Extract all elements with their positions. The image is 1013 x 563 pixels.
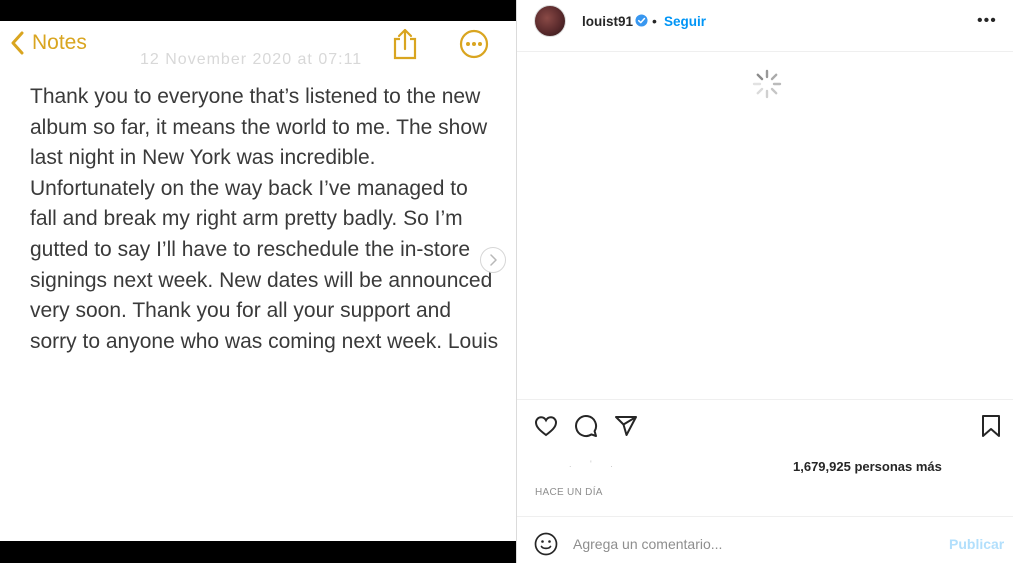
- comment-input[interactable]: [573, 529, 933, 559]
- notes-back-label: Notes: [32, 31, 87, 54]
- emoji-icon[interactable]: [534, 532, 558, 561]
- share-icon[interactable]: [614, 414, 638, 443]
- instagram-post-modal: Notes 12 November 2020 at 07:11 Thank yo…: [0, 0, 1013, 563]
- likes-row: . ' . 1,679,925 personas más: [535, 457, 1005, 477]
- follow-button[interactable]: Seguir: [664, 14, 706, 29]
- comments-list[interactable]: [517, 52, 1013, 400]
- notes-date: 12 November 2020 at 07:11: [140, 51, 363, 68]
- separator-dot: •: [652, 13, 657, 29]
- post-panel: louist91 • Seguir ••• . ' . 1,679,925 pe…: [516, 0, 1013, 563]
- comment-bar: Publicar: [517, 516, 1013, 563]
- next-image-button[interactable]: [480, 247, 506, 273]
- bookmark-icon[interactable]: [980, 414, 1002, 443]
- notes-back-link: Notes: [10, 31, 87, 55]
- chevron-right-icon: [490, 254, 497, 266]
- post-image[interactable]: Notes 12 November 2020 at 07:11 Thank yo…: [0, 0, 516, 563]
- notes-body-text: Thank you to everyone that’s listened to…: [30, 85, 499, 353]
- verified-icon: [635, 14, 648, 32]
- loading-spinner-icon: [751, 68, 783, 105]
- post-timestamp[interactable]: HACE UN DÍA: [535, 487, 603, 498]
- more-circle-icon: [459, 29, 489, 64]
- comment-icon[interactable]: [574, 414, 598, 443]
- heart-icon[interactable]: [534, 414, 558, 443]
- share-icon: [390, 27, 420, 66]
- avatar[interactable]: [534, 5, 566, 37]
- chevron-left-icon: [11, 31, 24, 55]
- likes-count[interactable]: 1,679,925 personas más: [793, 459, 942, 474]
- notes-screenshot: Notes 12 November 2020 at 07:11 Thank yo…: [0, 21, 516, 541]
- post-actions: [517, 400, 1013, 452]
- more-options-button[interactable]: •••: [977, 12, 997, 30]
- username-link[interactable]: louist91: [582, 14, 633, 29]
- post-header: louist91 • Seguir •••: [517, 0, 1013, 52]
- liked-by-avatars: . ' .: [569, 459, 621, 469]
- publish-button[interactable]: Publicar: [949, 536, 1004, 552]
